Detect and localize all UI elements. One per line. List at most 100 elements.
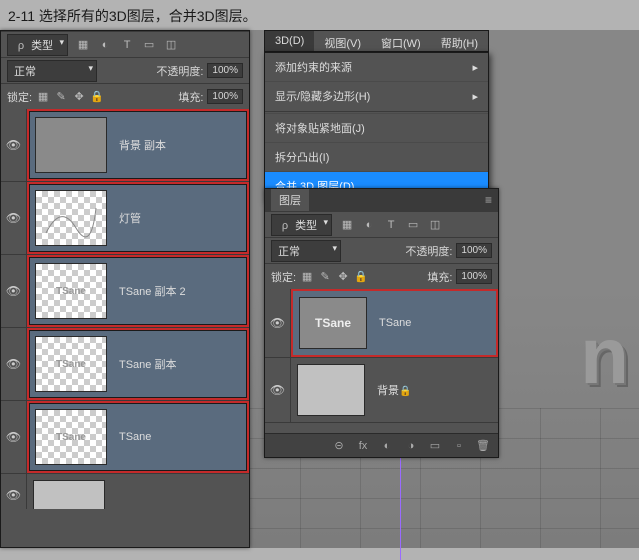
layer-list: 👁 TSane TSane 👁 背景: [265, 289, 498, 423]
menu-show-hide-polygons[interactable]: 显示/隐藏多边形(H)▸: [265, 81, 488, 110]
blend-mode-select[interactable]: 正常: [7, 60, 97, 82]
menu-separator: [265, 111, 488, 112]
layer-thumb[interactable]: [35, 190, 107, 246]
fill-value[interactable]: 100%: [456, 269, 492, 284]
filter-shape-icon[interactable]: ▭: [406, 218, 420, 232]
layer-item[interactable]: 👁 背景 副本: [1, 109, 249, 182]
visibility-toggle[interactable]: 👁: [1, 109, 27, 181]
filter-type-select[interactable]: ρ 类型: [271, 214, 332, 236]
blend-row: 正常 不透明度: 100%: [265, 237, 498, 263]
lock-move-icon[interactable]: ✥: [336, 270, 350, 284]
layer-name[interactable]: TSane 副本 2: [113, 283, 247, 299]
menu-view[interactable]: 视图(V): [314, 31, 371, 51]
layer-thumb[interactable]: TSane: [35, 336, 107, 392]
layer-item[interactable]: 👁: [1, 474, 249, 509]
lock-brush-icon[interactable]: ✎: [54, 90, 68, 104]
adjustment-icon[interactable]: ◑: [404, 439, 418, 453]
lamp-line-icon: [41, 198, 101, 238]
lock-row: 锁定: ▦ ✎ ✥ 🔒 填充: 100%: [1, 83, 249, 109]
layer-item[interactable]: 👁 TSane TSane: [1, 401, 249, 474]
folder-icon[interactable]: ▭: [428, 439, 442, 453]
submenu-arrow-icon: ▸: [472, 61, 478, 74]
fx-icon[interactable]: fx: [356, 439, 370, 453]
layers-panel-result: 图层 ≡ ρ 类型 ▦ ◐ T ▭ ◫ 正常 不透明度: 100% 锁定: ▦ …: [264, 188, 499, 458]
filter-smart-icon[interactable]: ◫: [428, 218, 442, 232]
visibility-toggle[interactable]: 👁: [1, 182, 27, 254]
lock-move-icon[interactable]: ✥: [72, 90, 86, 104]
panel-menu-icon[interactable]: ≡: [485, 193, 492, 207]
menubar: 3D(D) 视图(V) 窗口(W) 帮助(H): [264, 30, 489, 52]
search-icon: ρ: [14, 39, 28, 53]
y-axis-guide: [400, 440, 401, 560]
lock-label: 锁定:: [7, 89, 32, 105]
blend-row: 正常 不透明度: 100%: [1, 57, 249, 83]
lock-pixels-icon[interactable]: ▦: [36, 90, 50, 104]
menu-window[interactable]: 窗口(W): [371, 31, 431, 51]
layer-name[interactable]: 灯管: [113, 210, 247, 226]
panel-tab-head: 图层 ≡: [265, 189, 498, 211]
layer-item[interactable]: 👁 TSane TSane: [265, 289, 498, 358]
layer-name[interactable]: TSane 副本: [113, 356, 247, 372]
filter-text-icon[interactable]: T: [384, 218, 398, 232]
search-icon: ρ: [278, 219, 292, 233]
layer-item[interactable]: 👁 TSane TSane 副本 2: [1, 255, 249, 328]
dropdown-3d-menu: 添加约束的来源▸ 显示/隐藏多边形(H)▸ 将对象贴紧地面(J) 拆分凸出(I)…: [264, 52, 489, 201]
filter-smart-icon[interactable]: ◫: [164, 38, 178, 52]
opacity-label: 不透明度:: [156, 63, 203, 79]
filter-type-select[interactable]: ρ 类型: [7, 34, 68, 56]
fill-label: 填充:: [427, 269, 452, 285]
filter-image-icon[interactable]: ▦: [76, 38, 90, 52]
fill-label: 填充:: [178, 89, 203, 105]
layer-thumb[interactable]: [297, 364, 365, 416]
link-icon[interactable]: ⊝: [332, 439, 346, 453]
filter-adjust-icon[interactable]: ◐: [98, 38, 112, 52]
menu-3d[interactable]: 3D(D): [265, 31, 314, 51]
fill-value[interactable]: 100%: [207, 89, 243, 104]
blend-mode-select[interactable]: 正常: [271, 240, 341, 262]
filter-row: ρ 类型 ▦ ◐ T ▭ ◫: [265, 211, 498, 237]
opacity-value[interactable]: 100%: [207, 63, 243, 78]
new-layer-icon[interactable]: ▫: [452, 439, 466, 453]
mask-icon[interactable]: ◐: [380, 439, 394, 453]
visibility-toggle[interactable]: 👁: [1, 474, 27, 509]
layer-name[interactable]: TSane: [113, 431, 247, 443]
layer-item[interactable]: 👁 灯管: [1, 182, 249, 255]
layer-name[interactable]: TSane: [373, 317, 496, 329]
lock-pixels-icon[interactable]: ▦: [300, 270, 314, 284]
trash-icon[interactable]: 🗑: [476, 439, 490, 453]
visibility-toggle[interactable]: 👁: [1, 401, 27, 473]
opacity-value[interactable]: 100%: [456, 243, 492, 258]
menu-add-constraint[interactable]: 添加约束的来源▸: [265, 53, 488, 81]
visibility-toggle[interactable]: 👁: [265, 358, 291, 422]
layer-thumb[interactable]: TSane: [35, 409, 107, 465]
menu-help[interactable]: 帮助(H): [431, 31, 488, 51]
filter-adjust-icon[interactable]: ◐: [362, 218, 376, 232]
visibility-toggle[interactable]: 👁: [1, 328, 27, 400]
lock-row: 锁定: ▦ ✎ ✥ 🔒 填充: 100%: [265, 263, 498, 289]
visibility-toggle[interactable]: 👁: [265, 289, 291, 357]
layer-item[interactable]: 👁 背景: [265, 358, 498, 423]
lock-all-icon[interactable]: 🔒: [354, 270, 368, 284]
submenu-arrow-icon: ▸: [472, 90, 478, 103]
lock-label: 锁定:: [271, 269, 296, 285]
menu-split-extrusion[interactable]: 拆分凸出(I): [265, 142, 488, 171]
layer-thumb[interactable]: [35, 117, 107, 173]
layer-thumb[interactable]: TSane: [35, 263, 107, 319]
caption-text: 2-11 选择所有的3D图层，合并3D图层。: [8, 8, 257, 24]
opacity-label: 不透明度:: [405, 243, 452, 259]
lock-brush-icon[interactable]: ✎: [318, 270, 332, 284]
menu-snap-to-ground[interactable]: 将对象贴紧地面(J): [265, 113, 488, 142]
rendered-3d-text: n: [580, 310, 629, 402]
lock-all-icon[interactable]: 🔒: [90, 90, 104, 104]
filter-text-icon[interactable]: T: [120, 38, 134, 52]
layer-thumb[interactable]: [33, 480, 105, 509]
visibility-toggle[interactable]: 👁: [1, 255, 27, 327]
caption-bar: 2-11 选择所有的3D图层，合并3D图层。: [0, 0, 639, 30]
layer-name[interactable]: 背景: [371, 382, 498, 398]
layer-name[interactable]: 背景 副本: [113, 137, 247, 153]
filter-image-icon[interactable]: ▦: [340, 218, 354, 232]
panel-tab-layers[interactable]: 图层: [271, 189, 309, 211]
layer-thumb[interactable]: TSane: [299, 297, 367, 349]
filter-shape-icon[interactable]: ▭: [142, 38, 156, 52]
layer-item[interactable]: 👁 TSane TSane 副本: [1, 328, 249, 401]
